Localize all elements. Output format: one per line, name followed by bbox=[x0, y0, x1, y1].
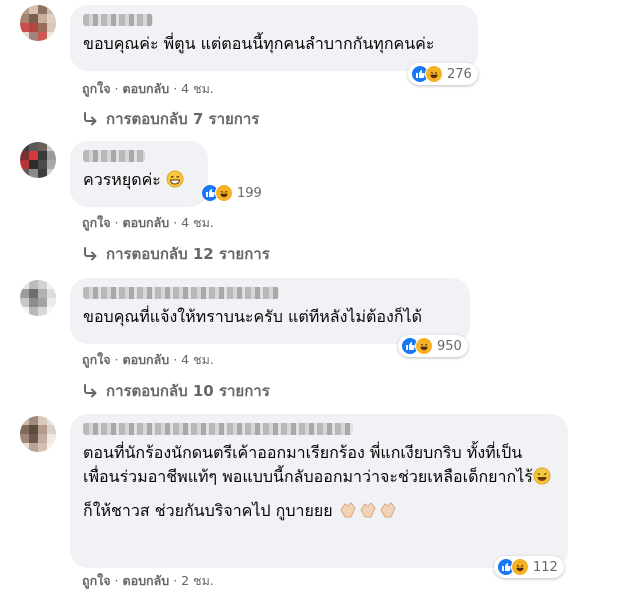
like-link[interactable]: ถูกใจ bbox=[82, 215, 111, 230]
reaction-summary[interactable]: 112 bbox=[494, 556, 564, 578]
timestamp[interactable]: 4 ชม. bbox=[181, 81, 214, 96]
reaction-summary[interactable]: 950 bbox=[398, 335, 468, 357]
replies-count-label: การตอบกลับ 10 รายการ bbox=[106, 382, 270, 400]
replies-count-label: การตอบกลับ 12 รายการ bbox=[106, 245, 270, 263]
reaction-summary[interactable]: 276 bbox=[408, 63, 478, 85]
avatar[interactable] bbox=[20, 142, 56, 178]
comment-text-line2: ก็ให้ชาวส ช่วยกันบริจาคไป กูบายยย bbox=[83, 499, 555, 523]
clap-emoji-icon bbox=[380, 502, 396, 518]
view-replies-link[interactable]: การตอบกลับ 7 รายการ bbox=[82, 107, 259, 131]
reaction-count: 276 bbox=[447, 66, 472, 82]
avatar[interactable] bbox=[20, 416, 56, 452]
comment-text: ขอบคุณค่ะ พี่ตูน แต่ตอนนี้ทุกคนลำบากกันท… bbox=[83, 34, 435, 53]
reaction-summary[interactable]: 199 bbox=[198, 182, 268, 204]
timestamp[interactable]: 4 ชม. bbox=[181, 215, 214, 230]
commenter-name[interactable] bbox=[83, 423, 353, 435]
comment-bubble: ควรหยุดค่ะ bbox=[70, 141, 208, 207]
clap-emoji-icon bbox=[340, 502, 356, 518]
view-replies-link[interactable]: การตอบกลับ 12 รายการ bbox=[82, 242, 270, 266]
reply-link[interactable]: ตอบกลับ bbox=[123, 215, 170, 230]
reply-link[interactable]: ตอบกลับ bbox=[123, 81, 170, 96]
comment-actions: ถูกใจ · ตอบกลับ · 4 ชม. bbox=[82, 352, 214, 367]
reply-link[interactable]: ตอบกลับ bbox=[123, 573, 170, 588]
haha-reaction-icon bbox=[215, 184, 233, 202]
haha-reaction-icon bbox=[425, 65, 443, 83]
reply-arrow-icon bbox=[84, 112, 97, 126]
commenter-name[interactable] bbox=[83, 150, 145, 162]
comment-text: ขอบคุณที่แจ้งให้ทราบนะครับ แต่ทีหลังไม่ต… bbox=[83, 307, 422, 326]
comment-actions: ถูกใจ · ตอบกลับ · 4 ชม. bbox=[82, 215, 214, 230]
comment-actions: ถูกใจ · ตอบกลับ · 4 ชม. bbox=[82, 81, 214, 96]
reaction-count: 950 bbox=[437, 338, 462, 354]
timestamp[interactable]: 4 ชม. bbox=[181, 352, 214, 367]
reply-arrow-icon bbox=[84, 384, 97, 398]
timestamp[interactable]: 2 ชม. bbox=[181, 573, 214, 588]
like-link[interactable]: ถูกใจ bbox=[82, 352, 111, 367]
clap-emoji-icon bbox=[360, 502, 376, 518]
haha-reaction-icon bbox=[511, 558, 529, 576]
haha-emoji-icon bbox=[533, 467, 551, 485]
commenter-name[interactable] bbox=[83, 14, 153, 26]
comment-bubble: ขอบคุณค่ะ พี่ตูน แต่ตอนนี้ทุกคนลำบากกันท… bbox=[70, 5, 478, 71]
replies-count-label: การตอบกลับ 7 รายการ bbox=[106, 110, 260, 128]
reply-link[interactable]: ตอบกลับ bbox=[123, 352, 170, 367]
reply-arrow-icon bbox=[84, 247, 97, 261]
like-link[interactable]: ถูกใจ bbox=[82, 81, 111, 96]
reaction-count: 112 bbox=[533, 559, 558, 575]
reaction-count: 199 bbox=[237, 185, 262, 201]
grin-emoji-icon bbox=[166, 170, 184, 188]
comment-text: ควรหยุดค่ะ bbox=[83, 168, 195, 192]
comment-text: ตอนที่นักร้องนักดนตรีเค้าออกมาเรียกร้อง … bbox=[83, 441, 553, 489]
avatar[interactable] bbox=[20, 5, 56, 41]
avatar[interactable] bbox=[20, 280, 56, 316]
like-link[interactable]: ถูกใจ bbox=[82, 573, 111, 588]
commenter-name[interactable] bbox=[83, 287, 279, 299]
haha-reaction-icon bbox=[415, 337, 433, 355]
view-replies-link[interactable]: การตอบกลับ 10 รายการ bbox=[82, 379, 270, 403]
comment-bubble: ตอนที่นักร้องนักดนตรีเค้าออกมาเรียกร้อง … bbox=[70, 414, 568, 568]
comment-actions: ถูกใจ · ตอบกลับ · 2 ชม. bbox=[82, 573, 214, 588]
